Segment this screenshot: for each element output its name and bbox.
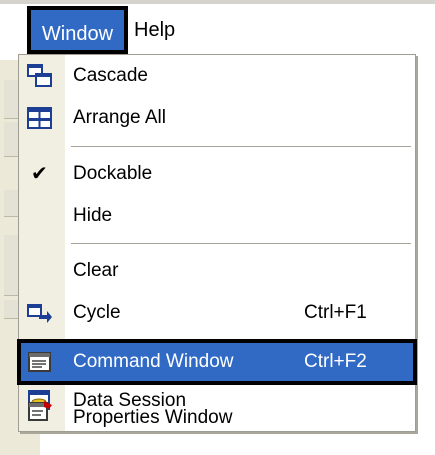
cycle-windows-icon [27, 301, 53, 325]
menu-item-label: Cascade [73, 65, 148, 86]
menu-separator [71, 339, 411, 340]
menu-separator [71, 243, 411, 244]
menu-item-cascade[interactable]: Cascade [19, 55, 415, 97]
properties-window-icon [27, 399, 53, 423]
menu-item-shortcut: Ctrl+F1 [304, 302, 367, 323]
menu-item-clear[interactable]: Clear [19, 250, 415, 292]
menu-item-label: Arrange All [73, 107, 166, 128]
menu-help[interactable]: Help [134, 6, 175, 54]
menu-item-label: Dockable [73, 163, 153, 184]
menu-separator [71, 146, 411, 147]
menu-item-command-window[interactable]: Command Window Ctrl+F2 [17, 339, 417, 385]
menu-item-arrange-all[interactable]: Arrange All [19, 97, 415, 139]
menu-item-label: Hide [73, 205, 113, 226]
screenshot-root: Window Help Cascade Arrange All ✔ Dockab… [0, 0, 435, 455]
menubar-top-edge [0, 0, 435, 4]
menu-item-label: Properties Window [73, 407, 233, 428]
menu-item-cycle[interactable]: Cycle Ctrl+F1 [19, 292, 415, 334]
menu-item-shortcut: Ctrl+F2 [304, 351, 367, 372]
arrange-all-icon [27, 106, 53, 130]
menu-item-properties-window[interactable]: Properties Window [19, 389, 415, 431]
menu-bar: Window Help [0, 0, 435, 60]
menu-item-label: Cycle [73, 302, 121, 323]
menu-window[interactable]: Window [27, 6, 128, 54]
command-window-icon [27, 350, 53, 374]
window-menu-dropdown: Cascade Arrange All ✔ Dockable Hide Clea… [17, 54, 417, 432]
cascade-windows-icon [27, 64, 53, 88]
checkmark-icon: ✔ [31, 163, 48, 185]
menu-item-label: Command Window [73, 351, 234, 372]
menu-item-label: Clear [73, 260, 119, 281]
menu-item-hide[interactable]: Hide [19, 195, 415, 237]
menu-item-dockable[interactable]: ✔ Dockable [19, 153, 415, 195]
